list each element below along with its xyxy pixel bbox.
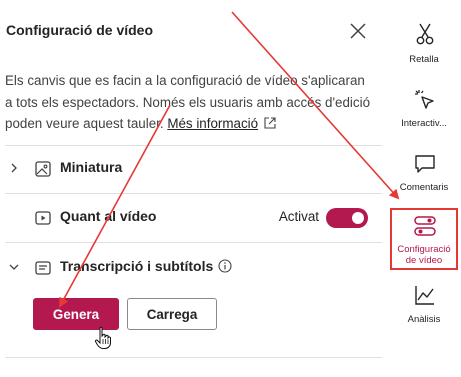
section-about-video: Quant al vídeo Activat: [0, 199, 387, 237]
upload-button[interactable]: Carrega: [127, 298, 217, 330]
toggle-knob: [352, 212, 364, 224]
section-transcript[interactable]: Transcripció i subtítols: [0, 249, 387, 287]
close-icon[interactable]: [348, 21, 368, 41]
divider: [5, 145, 382, 146]
rail-item-interactive[interactable]: Interactiv...: [387, 88, 461, 152]
rail-label: Retalla: [409, 54, 439, 65]
section-label: Transcripció i subtítols: [60, 258, 214, 274]
rail-label: Comentaris: [399, 182, 449, 193]
image-icon: [35, 161, 51, 177]
external-link-icon: [264, 117, 276, 129]
play-box-icon: [35, 211, 51, 225]
rail-label: Interactiv...: [401, 118, 447, 129]
rail-item-comments[interactable]: Comentaris: [387, 152, 461, 216]
scissors-icon: [416, 23, 434, 45]
panel-description: Els canvis que es facin a la configuraci…: [5, 70, 375, 135]
chevron-right-icon: [11, 163, 17, 173]
info-icon[interactable]: [218, 259, 232, 273]
divider: [5, 357, 382, 358]
section-label: Miniatura: [60, 159, 123, 175]
chevron-down-icon: [9, 264, 19, 270]
video-settings-panel: Configuració de vídeo Els canvis que es …: [0, 0, 387, 377]
more-info-link[interactable]: Més informació: [167, 116, 258, 131]
rail-item-analytics[interactable]: Anàlisis: [387, 283, 461, 347]
right-tool-rail: Retalla Interactiv... Comentaris Configu…: [387, 0, 461, 377]
hand-cursor-icon: [94, 326, 111, 349]
section-label: Quant al vídeo: [60, 208, 157, 224]
section-thumbnail[interactable]: Miniatura: [0, 150, 387, 188]
panel-header: Configuració de vídeo: [6, 21, 376, 43]
divider: [5, 193, 382, 194]
rail-item-trim[interactable]: Retalla: [387, 22, 461, 86]
section-label-wrap: Transcripció i subtítols: [60, 258, 232, 274]
divider: [5, 242, 382, 243]
annotation-highlight-box: [390, 208, 458, 270]
toggle-state-label: Activat: [278, 209, 319, 224]
transcript-icon: [35, 261, 51, 275]
interactive-cursor-icon: [415, 90, 434, 109]
comment-icon: [415, 155, 435, 173]
about-video-toggle[interactable]: [326, 208, 368, 228]
panel-title: Configuració de vídeo: [6, 22, 154, 38]
analytics-icon: [415, 286, 434, 305]
rail-label: Anàlisis: [407, 314, 441, 325]
